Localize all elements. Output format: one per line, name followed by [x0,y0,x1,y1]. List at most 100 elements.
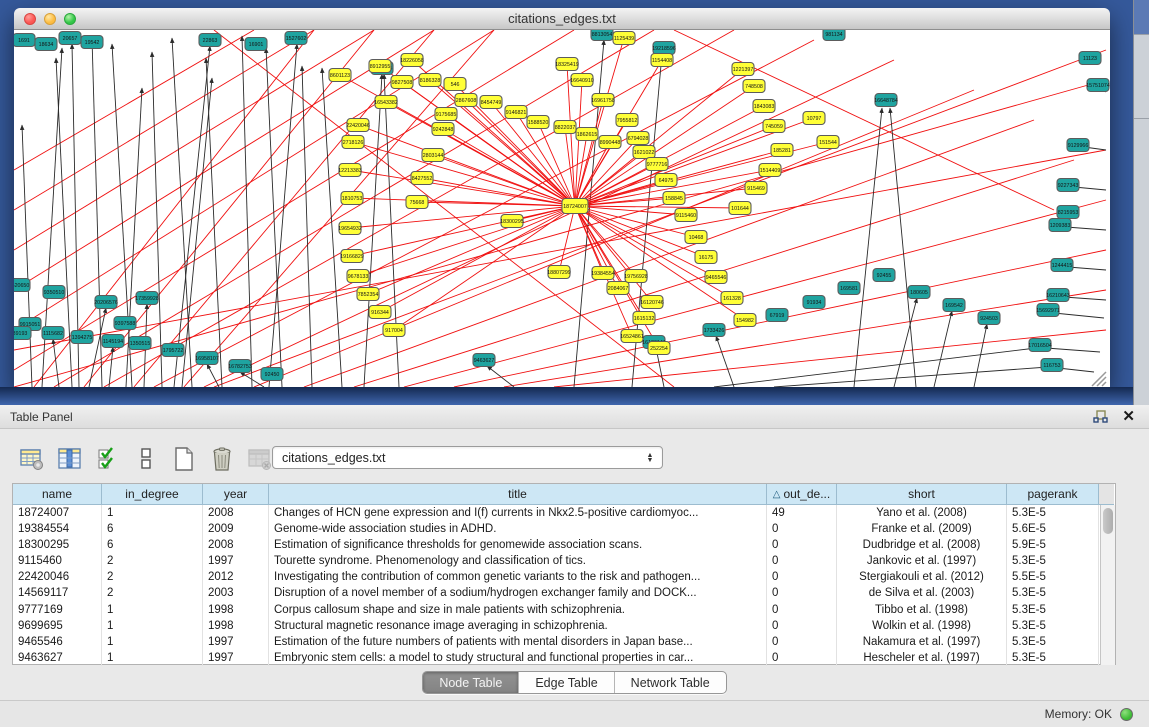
table-cell[interactable]: 6 [102,537,203,553]
table-row[interactable]: 1830029562008Estimation of significance … [13,537,1115,553]
table-cell[interactable]: 49 [767,505,837,521]
table-row[interactable]: 1456911722003Disruption of a novel membe… [13,585,1115,601]
table-cell[interactable]: 1 [102,634,203,650]
graph-node[interactable]: 252254 [648,342,670,355]
graph-node[interactable]: 2620650 [14,279,30,292]
table-cell[interactable]: Stergiakouli et al. (2012) [837,569,1007,585]
graph-node[interactable]: 101644 [729,202,751,215]
table-cell[interactable]: 0 [767,650,837,666]
graph-node[interactable]: 15692971 [1036,304,1060,317]
graph-node[interactable]: 1527602 [285,32,307,45]
table-cell[interactable]: 1 [102,650,203,666]
graph-node[interactable]: 9227343 [1057,179,1079,192]
table-cell[interactable]: 0 [767,634,837,650]
graph-node[interactable]: 18226058 [400,54,424,67]
graph-node[interactable]: 9465546 [705,271,727,284]
table-cell[interactable]: Corpus callosum shape and size in male p… [269,602,767,618]
table-cell[interactable]: 1997 [203,634,269,650]
table-cell[interactable]: Embryonic stem cells: a model to study s… [269,650,767,666]
graph-node[interactable]: 16640910 [570,74,594,87]
table-cell[interactable]: 1 [102,602,203,618]
table-cell[interactable]: 2 [102,585,203,601]
graph-node[interactable]: 9146821 [505,106,527,119]
table-row[interactable]: 1938455462009Genome-wide association stu… [13,521,1115,537]
table-settings-icon[interactable] [18,445,46,473]
tab-edge-table[interactable]: Edge Table [519,672,614,693]
table-row[interactable]: 911546021997Tourette syndrome. Phenomeno… [13,553,1115,569]
table-cell[interactable]: 18300295 [13,537,102,553]
graph-node[interactable]: 16901 [245,38,267,51]
graph-node[interactable]: 39193 [14,327,31,340]
graph-node[interactable]: 1621022 [633,146,655,159]
graph-node[interactable]: 917004 [383,324,405,337]
graph-node[interactable]: 1244415 [1051,259,1073,272]
graph-node[interactable]: 17016504 [1028,339,1052,352]
scrollbar-thumb[interactable] [1103,508,1113,534]
table-cell[interactable]: 5.3E-5 [1007,650,1099,666]
graph-node[interactable]: 20206576 [94,296,118,309]
graph-node[interactable]: 19218596 [652,42,676,55]
table-cell[interactable]: Nakamura et al. (1997) [837,634,1007,650]
graph-node[interactable]: 9175685 [435,108,457,121]
graph-node[interactable]: 91934 [803,296,825,309]
graph-node[interactable]: 10468 [685,231,707,244]
graph-node[interactable]: 8427552 [411,172,433,185]
graph-node[interactable]: 161328 [721,292,743,305]
graph-node[interactable]: 8215953 [1057,206,1079,219]
table-cell[interactable]: Jankovic et al. (1997) [837,553,1007,569]
graph-node[interactable]: 9777716 [646,158,668,171]
table-cell[interactable]: 18724007 [13,505,102,521]
graph-node[interactable]: 158845 [663,192,685,205]
graph-node[interactable]: 1810753 [341,192,363,205]
float-panel-icon[interactable] [1093,410,1108,424]
table-cell[interactable]: Estimation of the future numbers of pati… [269,634,767,650]
table-cell[interactable]: 19384554 [13,521,102,537]
table-cell[interactable]: 5.3E-5 [1007,585,1099,601]
vertical-scrollbar[interactable] [1100,505,1115,665]
graph-node[interactable]: 16961758 [591,94,615,107]
graph-node[interactable]: 7955812 [616,114,638,127]
graph-node[interactable]: 8186328 [419,74,441,87]
table-cell[interactable]: Structural magnetic resonance image aver… [269,618,767,634]
graph-node[interactable]: 92455 [873,269,895,282]
graph-node[interactable]: 1394275 [71,331,93,344]
table-cell[interactable]: 2008 [203,537,269,553]
graph-node[interactable]: 1588520 [527,116,549,129]
graph-node[interactable]: 1115682 [42,327,64,340]
graph-node[interactable]: 18724007 [562,199,588,214]
graph-node[interactable]: 9827508 [391,76,413,89]
graph-node[interactable]: 18807299 [547,266,571,279]
graph-node[interactable]: 9463627 [473,354,495,367]
graph-node[interactable]: 748508 [743,80,765,93]
graph-node[interactable]: 15751074 [1086,79,1110,92]
graph-node[interactable]: 19542 [81,36,103,49]
graph-node[interactable]: 12213383 [338,164,362,177]
table-cell[interactable]: 9699695 [13,618,102,634]
graph-node[interactable]: 1862615 [576,128,598,141]
table-cell[interactable]: Investigating the contribution of common… [269,569,767,585]
graph-node[interactable]: 1350515 [129,337,151,350]
graph-node[interactable]: 2718126 [342,136,364,149]
column-header-pagerank[interactable]: pagerank [1007,484,1099,505]
graph-node[interactable]: 16175 [695,251,717,264]
graph-node[interactable]: 151544 [817,136,839,149]
graph-node[interactable]: 8912955 [369,60,391,73]
table-row[interactable]: 946362711997Embryonic stem cells: a mode… [13,650,1115,666]
table-cell[interactable]: 1 [102,505,203,521]
table-row[interactable]: 2242004622012Investigating the contribut… [13,569,1115,585]
graph-node[interactable]: 745059 [763,120,785,133]
memory-status-indicator[interactable] [1120,708,1133,721]
table-cell[interactable]: 2008 [203,505,269,521]
graph-node[interactable]: 1514409 [759,164,781,177]
graph-node[interactable]: 1221397 [732,63,754,76]
graph-node[interactable]: 9397588 [114,317,136,330]
table-cell[interactable]: Tourette syndrome. Phenomenology and cla… [269,553,767,569]
graph-node[interactable]: 11123 [1079,52,1101,65]
graph-node[interactable]: 16648784 [874,94,898,107]
table-selector-dropdown[interactable]: citations_edges.txt ▲▼ [272,446,663,469]
graph-node[interactable]: 19756928 [624,270,648,283]
column-header-year[interactable]: year [203,484,269,505]
table-cell[interactable]: 5.9E-5 [1007,537,1099,553]
graph-node[interactable]: 8813054 [591,30,613,41]
table-cell[interactable]: 1998 [203,602,269,618]
